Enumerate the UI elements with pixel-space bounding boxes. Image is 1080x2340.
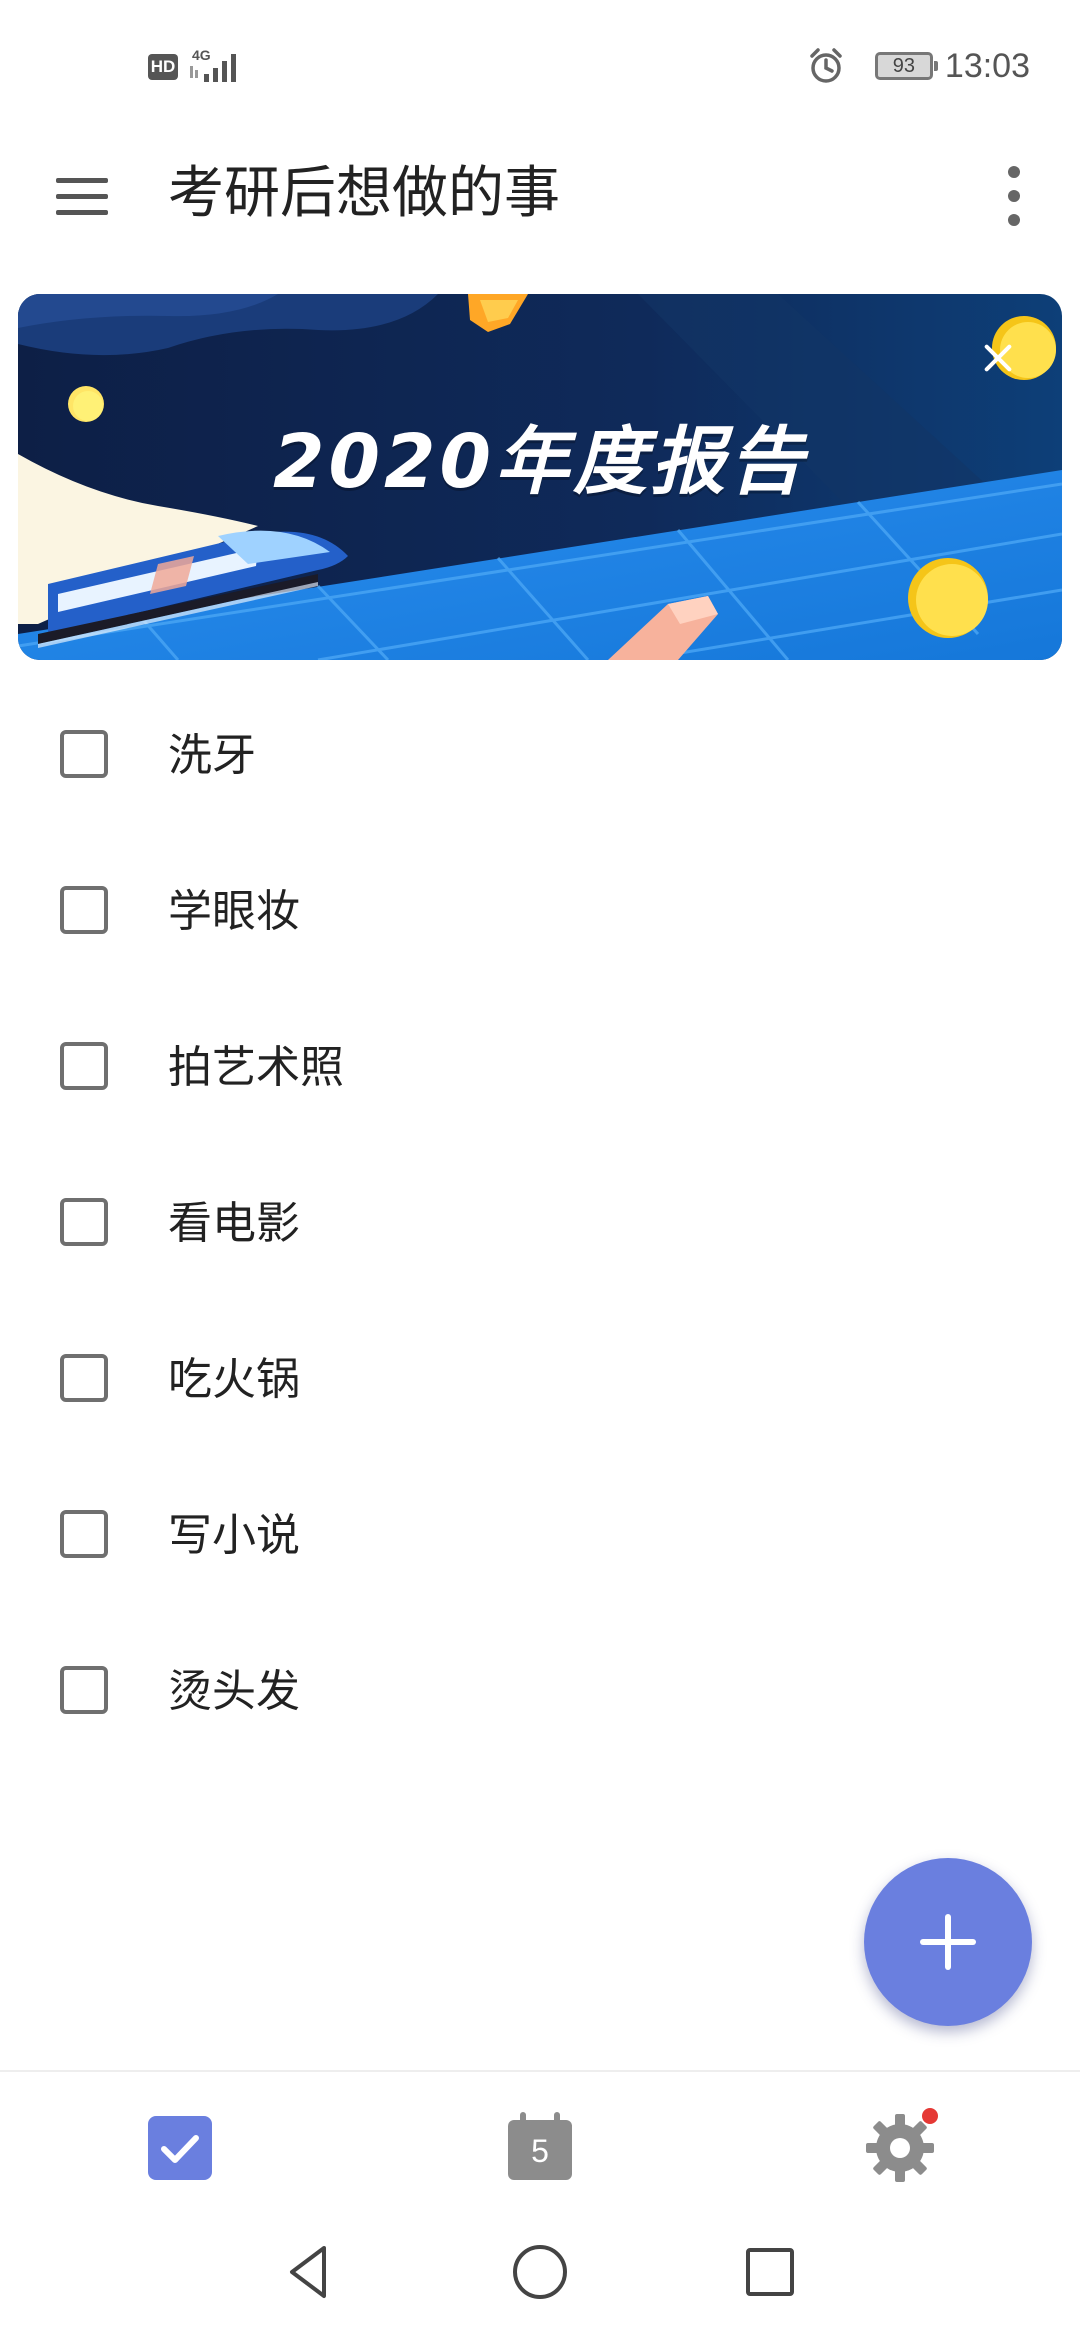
battery-icon: 93 xyxy=(874,52,938,80)
notification-badge xyxy=(922,2108,938,2124)
task-label: 烫头发 xyxy=(168,1666,300,1717)
top-app-bar: 考研后想做的事 xyxy=(0,130,1080,260)
task-label: 学眼妆 xyxy=(168,886,300,937)
home-icon[interactable] xyxy=(510,2242,570,2302)
task-item[interactable]: 吃火锅 xyxy=(0,1304,1080,1460)
add-task-button[interactable] xyxy=(864,1858,1032,2026)
network-type-label: 4G xyxy=(192,47,211,63)
task-item[interactable]: 拍艺术照 xyxy=(0,992,1080,1148)
alarm-icon xyxy=(810,48,842,83)
banner-title: 2020年度报告 xyxy=(273,419,807,505)
back-icon[interactable] xyxy=(280,2242,340,2302)
todo-checkbox-icon xyxy=(161,2135,199,2163)
hd-badge: HD xyxy=(148,54,178,80)
signal-icon: 4G xyxy=(190,47,236,82)
hamburger-menu-icon[interactable] xyxy=(52,174,112,220)
task-checkbox[interactable] xyxy=(60,1354,108,1402)
task-checkbox[interactable] xyxy=(60,886,108,934)
task-item[interactable]: 写小说 xyxy=(0,1460,1080,1616)
close-icon[interactable] xyxy=(978,338,1018,378)
task-list: 洗牙 学眼妆 拍艺术照 看电影 吃火锅 写小说 烫头发 xyxy=(0,680,1080,1772)
task-checkbox[interactable] xyxy=(60,1042,108,1090)
page-title: 考研后想做的事 xyxy=(168,161,560,226)
task-item[interactable]: 看电影 xyxy=(0,1148,1080,1304)
task-label: 看电影 xyxy=(168,1198,300,1249)
task-item[interactable]: 洗牙 xyxy=(0,680,1080,836)
task-checkbox[interactable] xyxy=(60,1198,108,1246)
task-label: 吃火锅 xyxy=(168,1354,300,1405)
nav-todo-tab[interactable] xyxy=(148,2116,212,2180)
task-checkbox[interactable] xyxy=(60,730,108,778)
bottom-navigation: 5 xyxy=(0,2070,1080,2222)
task-label: 拍艺术照 xyxy=(168,1042,344,1093)
task-label: 写小说 xyxy=(168,1510,300,1561)
more-vert-icon[interactable] xyxy=(996,164,1032,228)
clock-time: 13:03 xyxy=(944,46,1030,85)
task-checkbox[interactable] xyxy=(60,1510,108,1558)
task-item[interactable]: 学眼妆 xyxy=(0,836,1080,992)
annual-report-banner[interactable]: 2020年度报告 xyxy=(18,294,1062,660)
calendar-day-label: 5 xyxy=(508,2120,572,2180)
status-bar: HD 4G 93 13:03 xyxy=(0,0,1080,130)
task-label: 洗牙 xyxy=(168,730,256,781)
task-item[interactable]: 烫头发 xyxy=(0,1616,1080,1772)
system-navigation-bar xyxy=(0,2220,1080,2340)
recents-icon[interactable] xyxy=(740,2242,800,2302)
calendar-icon[interactable]: 5 xyxy=(506,2112,574,2180)
status-right-group: 93 13:03 xyxy=(807,40,1030,92)
task-checkbox[interactable] xyxy=(60,1666,108,1714)
